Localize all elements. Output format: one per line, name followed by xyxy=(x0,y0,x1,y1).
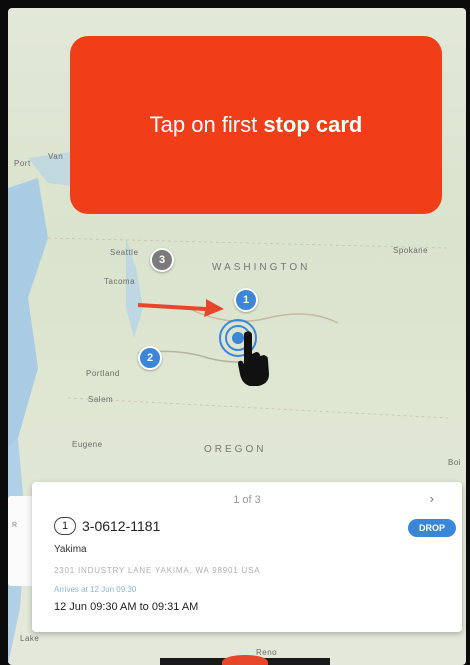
map-pin-1[interactable]: 1 xyxy=(234,288,258,312)
chevron-right-icon[interactable]: › xyxy=(430,491,434,506)
map-label-salem: Salem xyxy=(88,395,114,404)
instruction-tooltip: Tap on first stop card xyxy=(70,36,442,214)
map-label-tacoma: Tacoma xyxy=(104,277,136,286)
bottom-action-button[interactable] xyxy=(222,655,268,665)
pointer-arrow-icon xyxy=(138,299,224,317)
tooltip-bold-text: stop card xyxy=(263,112,363,137)
stop-id: 3-0612-1181 xyxy=(82,518,161,534)
stop-address: 2301 INDUSTRY LANE YAKIMA, WA 98901 USA xyxy=(54,566,261,575)
app-screen: Seattle Tacoma WASHINGTON Spokane Portla… xyxy=(0,0,470,665)
map-label-portland: Portland xyxy=(86,369,120,378)
map-label-spokane: Spokane xyxy=(393,246,429,255)
hand-pointer-icon xyxy=(238,331,269,386)
stop-time-window: 12 Jun 09:30 AM to 09:31 AM xyxy=(54,601,199,613)
map-label-washington: WASHINGTON xyxy=(212,262,311,273)
stop-detail-link[interactable]: Arrives at 12 Jun 09:30 xyxy=(54,585,136,594)
stop-number-badge: 1 xyxy=(54,517,76,535)
map-pin-3[interactable]: 3 xyxy=(150,248,174,272)
map-label-boise: Boi xyxy=(448,458,462,467)
map-label-seattle: Seattle xyxy=(110,248,139,257)
map-pin-2[interactable]: 2 xyxy=(138,346,162,370)
map-label-port: Port xyxy=(14,159,31,168)
map-label-lake: Lake xyxy=(20,634,40,643)
stop-card[interactable]: 1 of 3 › 1 3-0612-1181 DROP Yakima 2301 … xyxy=(32,482,462,632)
pager-indicator: 1 of 3 xyxy=(233,494,261,506)
map-label-eugene: Eugene xyxy=(72,440,103,449)
map-label-oregon: OREGON xyxy=(204,444,267,455)
stop-city: Yakima xyxy=(54,544,87,555)
tooltip-text: Tap on first xyxy=(149,112,264,137)
map-label-van: Van xyxy=(48,152,64,161)
previous-card-peek[interactable]: R xyxy=(8,496,32,586)
stop-type-badge: DROP xyxy=(408,519,456,537)
